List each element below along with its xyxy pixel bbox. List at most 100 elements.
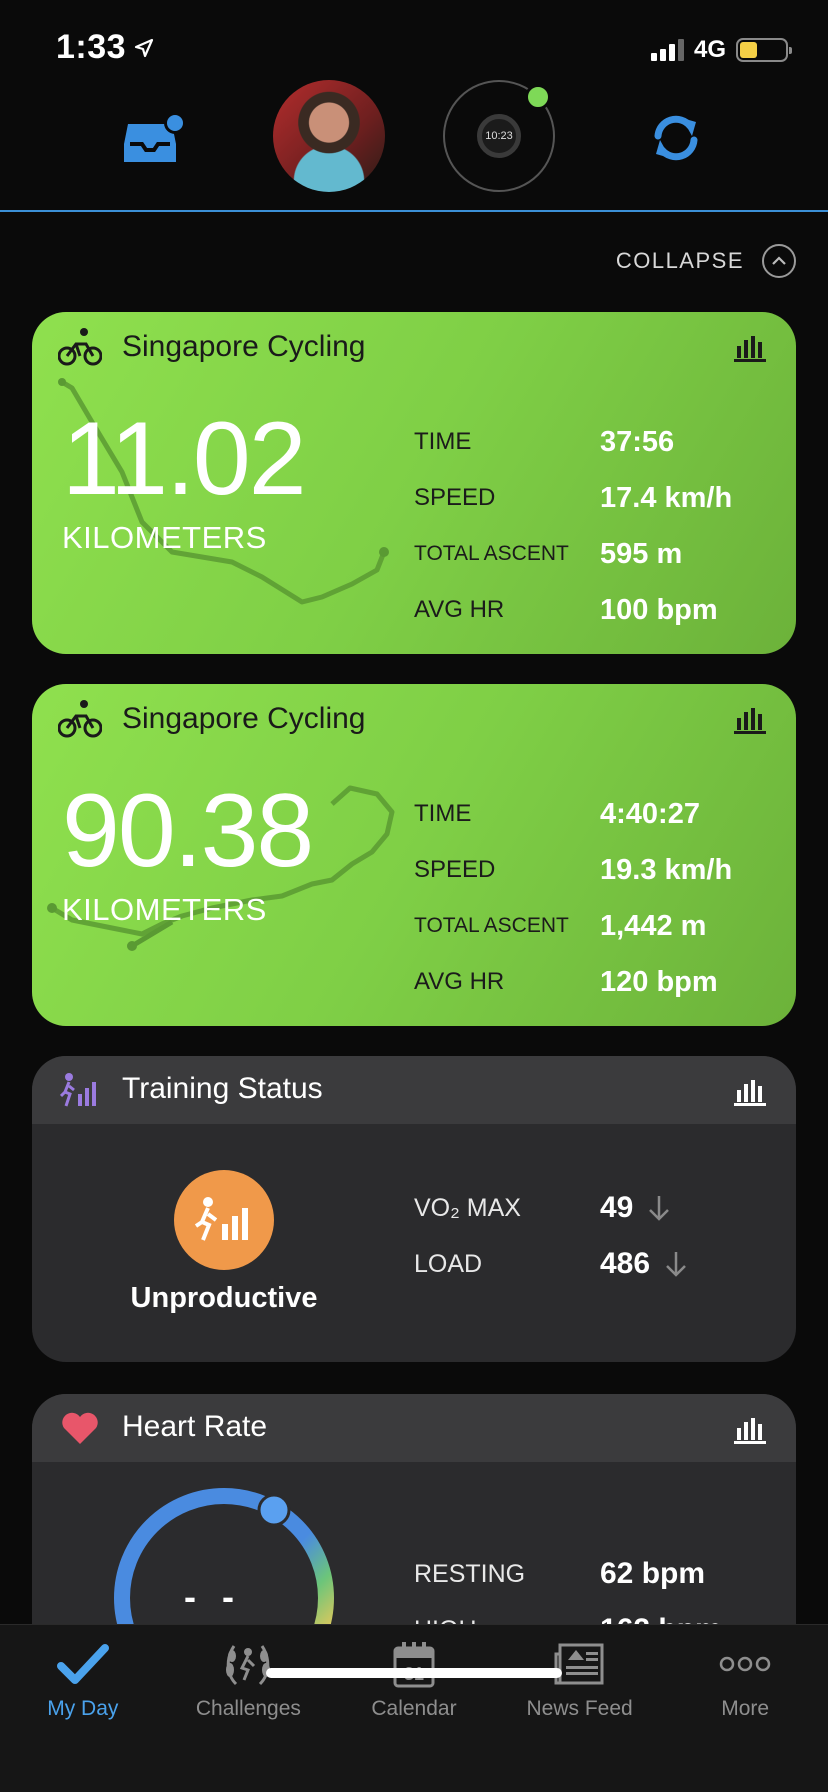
distance-value: 11.02: [62, 401, 307, 517]
stat-label: SPEED: [414, 856, 496, 883]
stat-label: AVG HR: [414, 968, 505, 995]
activity-stats: TIME 4:40:27 SPEED 19.3 km/h TOTAL ASCENT 1…: [414, 786, 732, 1010]
heart-rate-current: - -: [184, 1576, 242, 1617]
notification-dot: [164, 112, 186, 134]
heart-icon: [62, 1412, 98, 1444]
activity-card[interactable]: Singapore Cycling 11.02 KILOMETERS TIME 3…: [32, 312, 796, 654]
home-indicator[interactable]: [266, 1668, 562, 1678]
bar-chart-icon[interactable]: [734, 704, 766, 734]
activity-card[interactable]: Singapore Cycling 90.38 KILOMETERS TIME 4…: [32, 684, 796, 1026]
stat-total-ascent: TOTAL ASCENT 595 m: [414, 526, 732, 582]
status-time: 1:33: [56, 28, 154, 67]
top-header: 10:23: [0, 78, 828, 212]
laurel-icon: [226, 1645, 271, 1686]
stat-value: 17.4 km/h: [600, 481, 733, 514]
stat-label: VO₂ MAX: [414, 1193, 521, 1222]
sync-button[interactable]: [646, 108, 706, 168]
runner-bars-icon: [194, 1197, 248, 1241]
checkmark-icon: [56, 1644, 109, 1684]
avatar[interactable]: [273, 80, 385, 192]
training-stats: VO₂ MAX 49 LOAD 486: [414, 1180, 688, 1292]
training-status-icon: [60, 1073, 96, 1107]
distance-unit: KILOMETERS: [62, 520, 267, 555]
network-type: 4G: [693, 36, 726, 63]
activity-title: Singapore Cycling: [122, 702, 366, 735]
cycling-icon: [58, 328, 102, 366]
tab-label: Challenges: [195, 1697, 301, 1720]
card-header: Heart Rate: [32, 1394, 796, 1462]
bottom-tab-bar: My Day Challenges 31: [0, 1624, 828, 1792]
stat-value: 4:40:27: [600, 797, 700, 830]
stat-label: TIME: [414, 800, 472, 827]
card-header: Training Status: [32, 1056, 796, 1124]
chevron-up-icon: [762, 244, 796, 278]
tab-news-feed[interactable]: News Feed: [497, 1625, 663, 1735]
card-title: Heart Rate: [122, 1410, 268, 1443]
tab-label: More: [721, 1697, 770, 1720]
distance-unit: KILOMETERS: [62, 892, 267, 927]
training-status-badge: [174, 1170, 274, 1270]
tab-label: Calendar: [371, 1697, 457, 1720]
newspaper-icon: [554, 1643, 604, 1685]
stat-value: 100 bpm: [600, 593, 718, 626]
stat-speed: SPEED 19.3 km/h: [414, 842, 732, 898]
stat-value: 49: [600, 1191, 634, 1224]
watch-icon: 10:23: [477, 114, 521, 158]
training-status-label: Unproductive: [130, 1282, 318, 1314]
arrow-down-icon: [649, 1196, 670, 1221]
stat-value: 120 bpm: [600, 965, 718, 998]
bar-chart-icon[interactable]: [734, 1076, 766, 1106]
tab-calendar[interactable]: 31 Calendar: [331, 1625, 497, 1735]
clock-text: 1:33: [56, 28, 127, 66]
bar-chart-icon[interactable]: [734, 332, 766, 362]
activity-stats: TIME 37:56 SPEED 17.4 km/h TOTAL ASCENT 595…: [414, 414, 732, 638]
stat-avg-hr: AVG HR 100 bpm: [414, 582, 732, 638]
stat-value: 62 bpm: [600, 1557, 706, 1590]
stat-label: TIME: [414, 428, 472, 455]
stat-vo2-max: VO₂ MAX 49: [414, 1180, 688, 1236]
signal-icon: [650, 39, 684, 61]
cycling-icon: [58, 700, 102, 738]
collapse-label: COLLAPSE: [615, 248, 744, 273]
sync-icon: [654, 115, 698, 161]
tab-my-day[interactable]: My Day: [0, 1625, 166, 1735]
stat-value: 37:56: [600, 425, 675, 458]
card-title: Training Status: [122, 1072, 323, 1105]
stat-label: TOTAL ASCENT: [414, 914, 569, 937]
inbox-button[interactable]: [122, 112, 186, 166]
watch-face-time: 10:23: [485, 130, 513, 142]
tab-challenges[interactable]: Challenges: [166, 1625, 332, 1735]
activity-title: Singapore Cycling: [122, 330, 366, 363]
stat-avg-hr: AVG HR 120 bpm: [414, 954, 732, 1010]
bar-chart-icon[interactable]: [734, 1414, 766, 1444]
heart-rate-card[interactable]: Heart Rate - - RESTING 62 bpm HIGH 16: [32, 1394, 796, 1654]
stat-resting: RESTING 62 bpm: [414, 1546, 736, 1602]
location-arrow-icon: [134, 38, 154, 57]
calendar-icon: 31: [393, 1642, 435, 1688]
collapse-toggle[interactable]: COLLAPSE: [616, 244, 796, 278]
more-icon: [719, 1656, 771, 1672]
stat-label: LOAD: [414, 1249, 483, 1278]
stat-value: 486: [600, 1247, 651, 1280]
status-indicators: 4G: [650, 36, 792, 64]
arrow-down-icon: [666, 1252, 686, 1277]
tab-more[interactable]: More: [662, 1625, 828, 1735]
tab-label: My Day: [47, 1697, 119, 1720]
stat-time: TIME 4:40:27: [414, 786, 732, 842]
stat-time: TIME 37:56: [414, 414, 732, 470]
distance-value: 90.38: [62, 773, 314, 889]
stat-label: TOTAL ASCENT: [414, 542, 569, 565]
stat-load: LOAD 486: [414, 1236, 688, 1292]
stat-label: AVG HR: [414, 596, 505, 623]
stat-total-ascent: TOTAL ASCENT 1,442 m: [414, 898, 732, 954]
device-button[interactable]: 10:23: [443, 80, 555, 192]
stat-value: 1,442 m: [600, 909, 707, 942]
tab-label: News Feed: [526, 1697, 633, 1720]
stat-label: RESTING: [414, 1559, 526, 1588]
stat-label: SPEED: [414, 484, 496, 511]
stat-value: 595 m: [600, 537, 683, 570]
stat-speed: SPEED 17.4 km/h: [414, 470, 732, 526]
stat-value: 19.3 km/h: [600, 853, 733, 886]
device-connected-dot: [525, 84, 551, 110]
training-status-card[interactable]: Training Status Unproductive VO₂ MAX 49 …: [32, 1056, 796, 1362]
